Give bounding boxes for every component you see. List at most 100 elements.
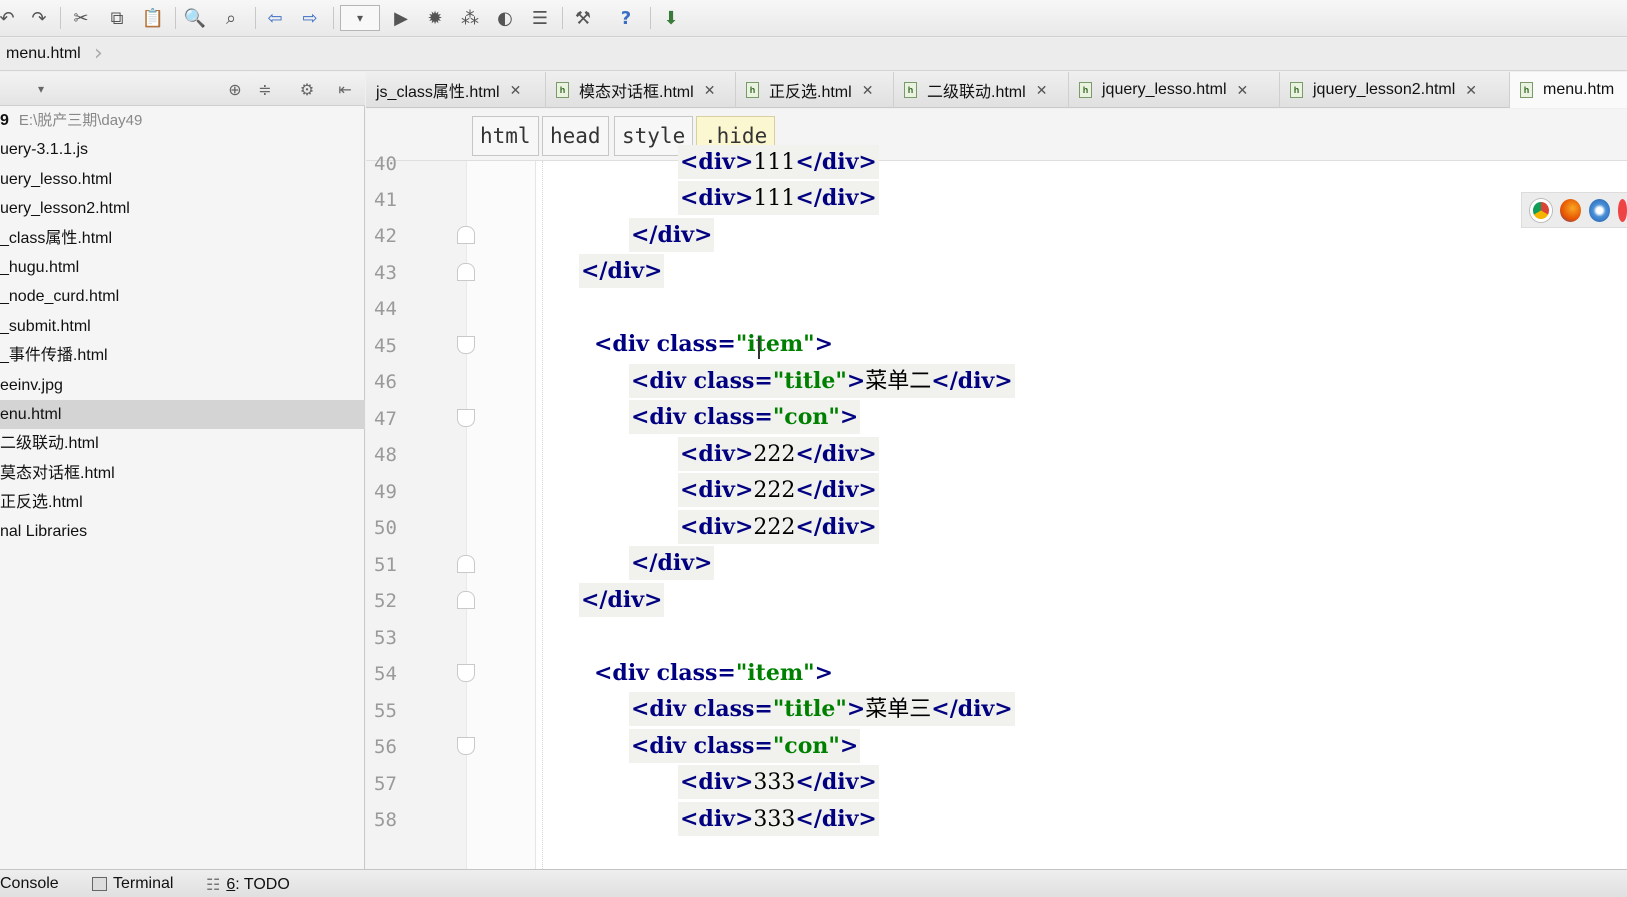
- update-icon[interactable]: ⬇: [658, 5, 684, 31]
- debug-icon[interactable]: ✹: [422, 5, 448, 31]
- forward-icon[interactable]: ⇨: [297, 5, 323, 31]
- fold-marker-icon[interactable]: [457, 336, 475, 354]
- find-icon[interactable]: 🔍: [182, 5, 208, 31]
- todo-button[interactable]: ☷ 6: TODO: [206, 875, 290, 895]
- paste-icon[interactable]: 📋: [140, 5, 166, 31]
- tab-js-class[interactable]: js_class属性.html ✕: [366, 72, 546, 108]
- tree-item[interactable]: 二级联动.html: [0, 429, 365, 458]
- fold-marker-icon[interactable]: [457, 664, 475, 682]
- tree-item[interactable]: _class属性.html: [0, 224, 365, 253]
- tag-crumb-head[interactable]: head: [542, 116, 609, 156]
- close-icon[interactable]: ✕: [1237, 82, 1249, 99]
- run-config-icon[interactable]: ▾: [340, 5, 380, 31]
- close-icon[interactable]: ✕: [510, 82, 522, 99]
- help-icon[interactable]: ?: [613, 5, 639, 31]
- replace-icon[interactable]: ⌕: [218, 5, 244, 31]
- fold-marker-icon[interactable]: [457, 555, 475, 573]
- fold-marker-icon[interactable]: [457, 409, 475, 427]
- line-number: 53: [374, 627, 397, 649]
- code-line-51: </div>: [629, 546, 715, 580]
- back-icon[interactable]: ⇦: [262, 5, 288, 31]
- code-line-48: <div>222</div>: [678, 437, 879, 471]
- tree-item-root[interactable]: 9 E:\脱产三期\day49: [0, 106, 365, 135]
- build-icon[interactable]: ☰: [527, 5, 553, 31]
- line-number: 46: [374, 371, 397, 393]
- tree-item[interactable]: _事件传播.html: [0, 341, 365, 370]
- opera-icon[interactable]: [1617, 198, 1627, 222]
- run-icon[interactable]: ▶: [388, 5, 414, 31]
- close-icon[interactable]: ✕: [704, 82, 716, 99]
- html-file-icon: h: [1290, 82, 1303, 98]
- line-number: 48: [374, 444, 397, 466]
- firefox-icon[interactable]: [1559, 198, 1581, 222]
- code-line-41: <div>111</div>: [678, 181, 879, 215]
- fold-marker-icon[interactable]: [457, 737, 475, 755]
- tree-item-external-libraries[interactable]: nal Libraries: [0, 517, 365, 546]
- copy-icon[interactable]: ⧉: [104, 5, 130, 31]
- html-file-icon: h: [746, 82, 759, 98]
- tree-item[interactable]: _hugu.html: [0, 253, 365, 282]
- todo-icon: ☷: [206, 877, 221, 894]
- safari-icon[interactable]: [1588, 198, 1610, 222]
- profile-icon[interactable]: ◐: [492, 5, 518, 31]
- tab-jquery-lesso[interactable]: h jquery_lesso.html ✕: [1069, 72, 1280, 108]
- line-number: 45: [374, 335, 397, 357]
- tree-item[interactable]: eeinv.jpg: [0, 371, 365, 400]
- line-number: 54: [374, 663, 397, 685]
- undo-icon[interactable]: ↶: [0, 5, 20, 31]
- console-button[interactable]: Console: [0, 875, 59, 893]
- fold-marker-icon[interactable]: [457, 226, 475, 244]
- tree-item[interactable]: _node_curd.html: [0, 282, 365, 311]
- code-line-54: <div class="item">: [594, 660, 833, 686]
- code-editor[interactable]: html head style .hide 40 41 42 43 44 45 …: [366, 109, 1627, 869]
- code-line-49: <div>222</div>: [678, 473, 879, 507]
- code-line-55: <div class="title">菜单三</div>: [629, 692, 1015, 726]
- tab-menu[interactable]: h menu.htm: [1510, 72, 1627, 108]
- coverage-icon[interactable]: ⁂: [457, 5, 483, 31]
- redo-icon[interactable]: ↷: [26, 5, 52, 31]
- collapse-icon[interactable]: ≑: [254, 78, 276, 100]
- breadcrumb-separator-icon: ›: [94, 41, 103, 66]
- code-line-57: <div>333</div>: [678, 765, 879, 799]
- breadcrumb-file[interactable]: menu.html: [6, 45, 81, 63]
- line-number: 52: [374, 590, 397, 612]
- line-number: 47: [374, 408, 397, 430]
- tab-cascade[interactable]: h 二级联动.html ✕: [894, 72, 1069, 108]
- view-dropdown-icon[interactable]: ▾: [30, 78, 52, 100]
- tab-jquery-lesson2[interactable]: h jquery_lesson2.html ✕: [1280, 72, 1510, 108]
- cut-icon[interactable]: ✂: [68, 5, 94, 31]
- navigation-bar: menu.html ›: [0, 38, 1627, 71]
- fold-marker-icon[interactable]: [457, 591, 475, 609]
- line-number: 57: [374, 773, 397, 795]
- tree-item[interactable]: 正反选.html: [0, 488, 365, 517]
- close-icon[interactable]: ✕: [1036, 82, 1048, 99]
- line-number: 51: [374, 554, 397, 576]
- tag-crumb-html[interactable]: html: [472, 116, 539, 156]
- tree-item[interactable]: 莫态对话框.html: [0, 459, 365, 488]
- tree-item[interactable]: uery_lesson2.html: [0, 194, 365, 223]
- terminal-icon: [92, 877, 107, 891]
- editor-tabs: js_class属性.html ✕ h 模态对话框.html ✕ h 正反选.html ✕…: [366, 72, 1627, 108]
- hide-panel-icon[interactable]: ⇤: [334, 78, 356, 100]
- locate-icon[interactable]: ⊕: [224, 78, 246, 100]
- line-number: 58: [374, 809, 397, 831]
- html-file-icon: h: [1079, 82, 1092, 98]
- fold-marker-icon[interactable]: [457, 263, 475, 281]
- gear-icon[interactable]: ⚙: [296, 78, 318, 100]
- close-icon[interactable]: ✕: [1465, 82, 1477, 99]
- tab-select-invert[interactable]: h 正反选.html ✕: [736, 72, 894, 108]
- code-line-50: <div>222</div>: [678, 510, 879, 544]
- tree-item[interactable]: _submit.html: [0, 312, 365, 341]
- close-icon[interactable]: ✕: [862, 82, 874, 99]
- code-line-47: <div class="con">: [629, 400, 861, 434]
- code-line-45: <div class="item">: [594, 331, 833, 357]
- tree-item-selected[interactable]: enu.html: [0, 399, 365, 430]
- tree-item[interactable]: uery-3.1.1.js: [0, 135, 365, 164]
- terminal-button[interactable]: Terminal: [92, 875, 173, 893]
- chrome-icon[interactable]: [1530, 198, 1552, 222]
- fold-gutter: [466, 161, 536, 869]
- settings-icon[interactable]: ⚒: [570, 5, 596, 31]
- tree-item[interactable]: uery_lesso.html: [0, 165, 365, 194]
- line-number: 41: [374, 189, 397, 211]
- tab-modal-dialog[interactable]: h 模态对话框.html ✕: [546, 72, 736, 108]
